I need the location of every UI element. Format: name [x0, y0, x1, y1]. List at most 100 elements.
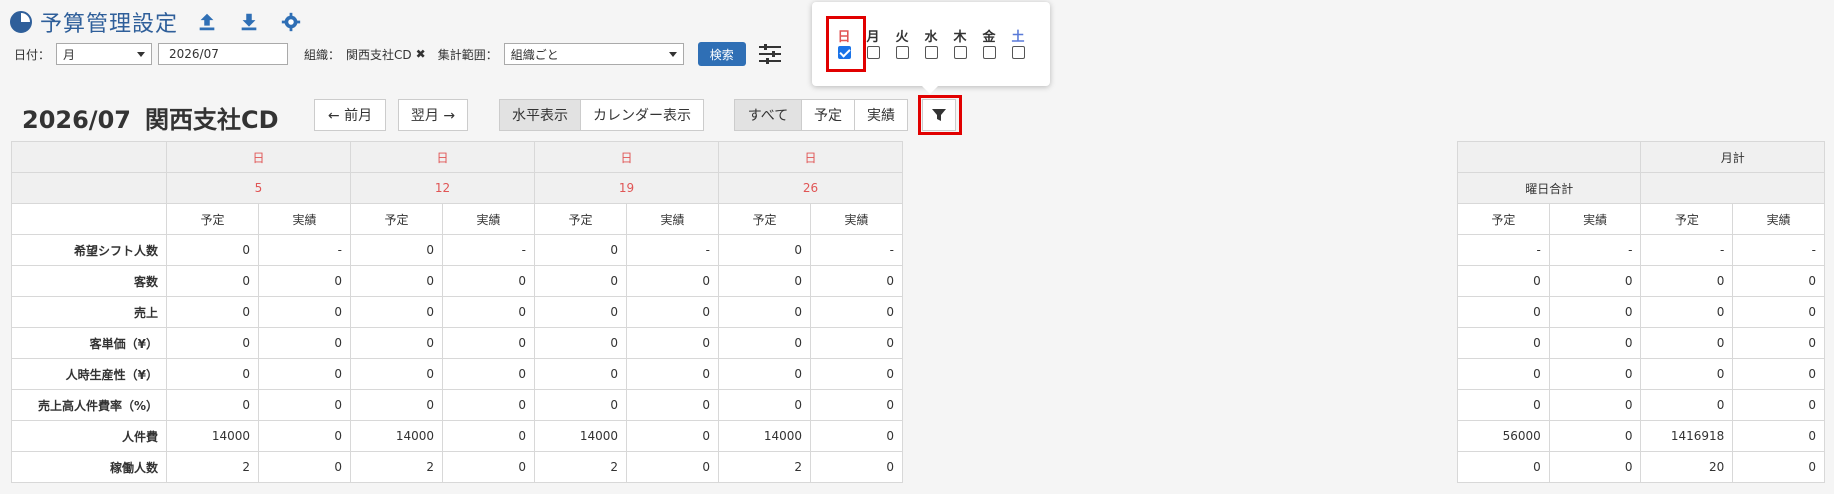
summary-row: 0000: [1457, 358, 1825, 390]
table-cell: 0: [442, 389, 535, 421]
table-cell: 2: [350, 451, 443, 483]
table-cell: -: [810, 234, 903, 266]
monthly-total-header: 月計: [1640, 141, 1825, 173]
summary-cell: 0: [1640, 327, 1734, 359]
table-row: 売上高人件費率（%） 0 0 0 0 0 0 0 0: [11, 389, 903, 421]
row-label: 売上高人件費率（%）: [11, 389, 167, 421]
table-cell: 0: [534, 234, 627, 266]
row-label: 稼働人数: [11, 451, 167, 483]
subheader-planned: 予定: [350, 203, 443, 235]
table-cell: 0: [810, 389, 903, 421]
subheader-planned: 予定: [1640, 203, 1734, 235]
weekday-checkbox-fri[interactable]: [982, 46, 996, 59]
summary-second-row: 曜日合計: [1456, 172, 1825, 204]
tab-planned[interactable]: 予定: [801, 99, 855, 131]
tab-calendar[interactable]: カレンダー表示: [580, 99, 704, 131]
weekday-option-wed[interactable]: 水: [921, 26, 941, 59]
summary-cell: 0: [1457, 451, 1550, 483]
summary-row: 0000: [1457, 296, 1825, 328]
date-input[interactable]: 2026/07: [158, 43, 289, 65]
table-cell: 0: [534, 358, 627, 390]
table-cell: 0: [442, 265, 535, 297]
gear-icon[interactable]: [278, 9, 304, 35]
weekday-total-header: 曜日合計: [1456, 172, 1642, 204]
summary-cell: -: [1548, 234, 1642, 266]
table-cell: 0: [534, 327, 627, 359]
summary-row: 56000 0 1416918 0: [1457, 420, 1825, 452]
weekday-option-sat[interactable]: 土: [1008, 26, 1028, 59]
weekday-checkbox-mon[interactable]: [866, 46, 880, 59]
table-cell: 0: [350, 389, 443, 421]
pie-chart-icon: [10, 11, 32, 33]
summary-row: 0000: [1457, 327, 1825, 359]
weekday-option-tue[interactable]: 火: [892, 26, 912, 59]
table-cell: 0: [626, 420, 719, 452]
weekday-header: 日: [350, 141, 535, 173]
clear-org-icon[interactable]: ✖: [416, 47, 426, 61]
table-cell: 0: [350, 296, 443, 328]
org-label: 組織：: [304, 47, 341, 62]
scope-select[interactable]: 組織ごと: [503, 43, 684, 65]
row-label: 売上: [11, 296, 167, 328]
table-cell: 0: [166, 296, 259, 328]
date-unit-select[interactable]: 月: [56, 43, 153, 65]
summary-blank: [1640, 172, 1825, 204]
weekday-label: 木: [953, 30, 967, 45]
weekday-option-thu[interactable]: 木: [950, 26, 970, 59]
weekday-option-mon[interactable]: 月: [863, 26, 883, 59]
table-row: 客数 0 0 0 0 0 0 0 0: [11, 265, 903, 297]
table-row: 売上 0 0 0 0 0 0 0 0: [11, 296, 903, 328]
tab-actual[interactable]: 実績: [854, 99, 908, 131]
header: 予算管理設定: [10, 6, 304, 38]
subheader-planned: 予定: [166, 203, 259, 235]
table-cell: 0: [810, 451, 903, 483]
summary-table: 月計 曜日合計 予定 実績 予定 実績 ----0000000000000000…: [1456, 141, 1825, 483]
search-button[interactable]: 検索: [697, 42, 746, 66]
period-title: 2026/07 関西支社CD: [22, 100, 293, 135]
tab-all[interactable]: すべて: [734, 99, 802, 131]
weekday-option-fri[interactable]: 金: [979, 26, 999, 59]
table-cell: 0: [350, 265, 443, 297]
budget-table: 日 日 日 日 5 12 19 26 予定 実績 予定 実績 予定 実績 予定 …: [11, 141, 903, 483]
summary-cell: -: [1457, 234, 1550, 266]
summary-cell: 0: [1548, 327, 1642, 359]
table-cell: 0: [626, 327, 719, 359]
highlight-filter: [918, 95, 962, 135]
weekday-checkbox-wed[interactable]: [924, 46, 938, 59]
settings-sliders-icon[interactable]: [758, 43, 782, 65]
summary-cell: 0: [1457, 265, 1550, 297]
summary-cell: 0: [1640, 265, 1734, 297]
row-label: 人時生産性（¥）: [11, 358, 167, 390]
table-cell: -: [626, 234, 719, 266]
table-cell: 14000: [166, 420, 259, 452]
date-header: 12: [350, 172, 535, 204]
chevron-down-icon: [668, 52, 677, 57]
tab-horizontal[interactable]: 水平表示: [499, 99, 581, 131]
table-cell: 0: [626, 296, 719, 328]
summary-body: - - - -0 0 0 0 0 0 0 0 0 0 0 0 0 0 0 0 0 0 0 0 56000 0 1416918 0 0 0…: [1457, 234, 1825, 483]
summary-row: 0 0 20 0: [1457, 451, 1825, 483]
subheader-actual: 実績: [258, 203, 351, 235]
weekday-checkbox-tue[interactable]: [895, 46, 909, 59]
next-month-button[interactable]: 翌月 →: [398, 99, 468, 131]
upload-icon[interactable]: [194, 9, 220, 35]
row-label: 人件費: [11, 420, 167, 452]
table-cell: 0: [166, 358, 259, 390]
table-cell: 0: [258, 327, 351, 359]
weekday-checkbox-thu[interactable]: [953, 46, 967, 59]
table-cell: -: [442, 234, 535, 266]
download-icon[interactable]: [236, 9, 262, 35]
table-cell: 0: [166, 327, 259, 359]
subheader-actual: 実績: [1548, 203, 1642, 235]
summary-row: 0000: [1457, 265, 1825, 297]
summary-cell: 0: [1640, 358, 1734, 390]
summary-cell: 1416918: [1640, 420, 1734, 452]
summary-cell: 20: [1640, 451, 1734, 483]
subheader-actual: 実績: [442, 203, 535, 235]
scope-label: 集計範囲：: [437, 47, 498, 62]
prev-month-button[interactable]: ← 前月: [314, 99, 386, 131]
table-corner: [11, 203, 167, 235]
weekday-checkbox-sat[interactable]: [1011, 46, 1025, 59]
table-cell: 0: [258, 296, 351, 328]
row-label: 客数: [11, 265, 167, 297]
